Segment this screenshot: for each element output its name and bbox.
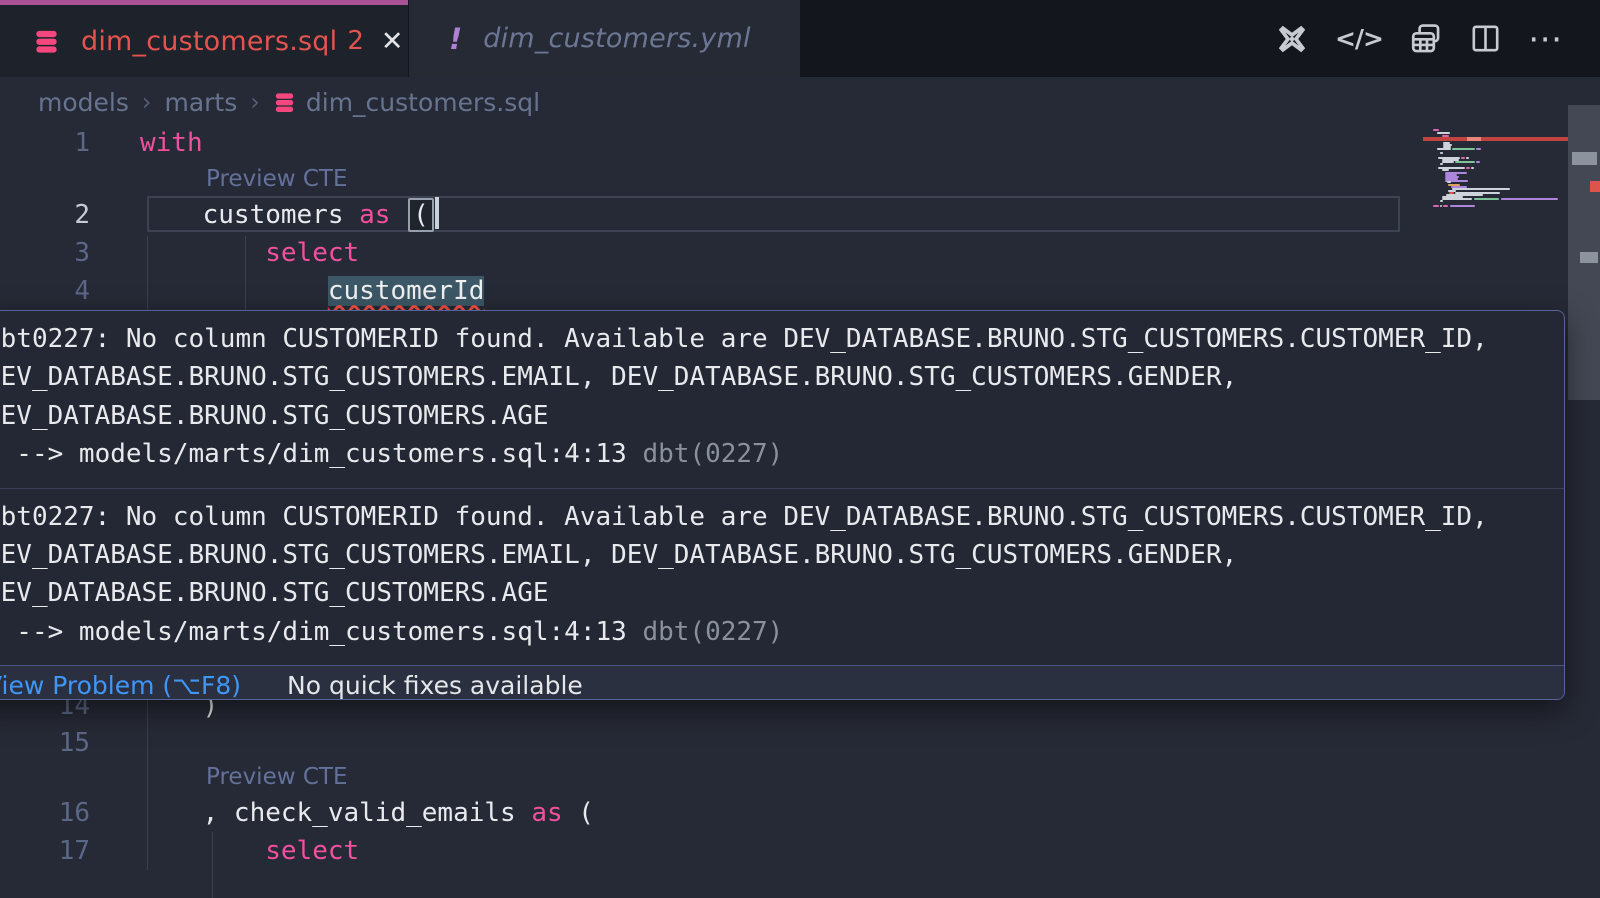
code-text: select bbox=[140, 234, 359, 272]
chevron-right-icon: › bbox=[142, 88, 152, 116]
warning-icon: ! bbox=[449, 22, 462, 56]
minimap-error-line bbox=[1423, 137, 1568, 141]
diagnostic-message: dbt0227: No column CUSTOMERID found. Ava… bbox=[0, 489, 1564, 666]
editor-actions: </> ⋯ bbox=[1275, 0, 1562, 77]
minimap-code-line bbox=[1437, 132, 1450, 134]
code-line-3[interactable]: 3 select bbox=[0, 234, 1600, 272]
minimap-code-line bbox=[1442, 161, 1454, 163]
line-number: 17 bbox=[0, 832, 90, 870]
line-number: 2 bbox=[0, 196, 90, 234]
minimap-code-line bbox=[1433, 129, 1439, 131]
diagnostic-location: --> models/marts/dim_customers.sql:4:13 … bbox=[0, 435, 1550, 473]
diagnostic-path: --> models/marts/dim_customers.sql:4:13 bbox=[0, 617, 642, 647]
code-line-1[interactable]: 1 with bbox=[0, 124, 1600, 162]
minimap-code-line bbox=[1466, 167, 1470, 169]
minimap-code-line bbox=[1452, 148, 1475, 150]
split-editor-icon[interactable] bbox=[1469, 22, 1502, 55]
minimap-code-line bbox=[1440, 163, 1443, 165]
overview-ruler-mark bbox=[1580, 252, 1598, 263]
diagnostic-source: dbt(0227) bbox=[642, 439, 783, 469]
vscode-window: 1withPreview CTE2 customers as (3 select… bbox=[0, 0, 1600, 898]
minimap-code-line bbox=[1476, 148, 1481, 150]
minimap-code-line bbox=[1455, 161, 1475, 163]
diagnostic-text: DEV_DATABASE.BRUNO.STG_CUSTOMERS.EMAIL, … bbox=[0, 358, 1550, 396]
diagnostic-path: --> models/marts/dim_customers.sql:4:13 bbox=[0, 439, 642, 469]
diagnostic-message: dbt0227: No column CUSTOMERID found. Ava… bbox=[0, 311, 1564, 488]
line-number: 15 bbox=[0, 724, 90, 762]
minimap-code-line bbox=[1461, 157, 1465, 159]
minimap-code-line bbox=[1450, 205, 1475, 207]
minimap-code-line bbox=[1447, 181, 1451, 183]
breadcrumb-marts[interactable]: marts bbox=[164, 88, 237, 117]
error-hover-widget: dbt0227: No column CUSTOMERID found. Ava… bbox=[0, 310, 1565, 700]
minimap-code-line bbox=[1433, 205, 1439, 207]
diagnostic-text: dbt0227: No column CUSTOMERID found. Ava… bbox=[0, 320, 1550, 358]
line-number: 1 bbox=[0, 124, 90, 162]
code-text: select bbox=[140, 832, 359, 870]
minimap-code-line bbox=[1440, 200, 1443, 202]
minimap-code-line bbox=[1452, 188, 1510, 190]
database-icon bbox=[273, 91, 296, 114]
code-lens-preview-cte[interactable]: Preview CTE bbox=[206, 163, 347, 195]
view-problem-link[interactable]: View Problem (⌥F8) bbox=[0, 671, 241, 700]
close-tab-button[interactable]: ✕ bbox=[381, 26, 404, 57]
minimap-code-line bbox=[1501, 198, 1558, 200]
diagnostic-text: dbt0227: No column CUSTOMERID found. Ava… bbox=[0, 498, 1550, 536]
scrollbar-overview-ruler[interactable] bbox=[1568, 0, 1600, 898]
dbt-icon[interactable] bbox=[1275, 22, 1309, 56]
tab-modified-badge: 2 bbox=[347, 26, 364, 56]
breadcrumb-models[interactable]: models bbox=[38, 88, 129, 117]
breadcrumb: models › marts › dim_customers.sql bbox=[38, 84, 540, 120]
code-line-2[interactable]: 2 customers as ( bbox=[0, 196, 1600, 234]
code-line-15[interactable]: 15 bbox=[0, 724, 1600, 762]
code-text: , check_valid_emails as ( bbox=[140, 794, 594, 832]
hover-status-bar: View Problem (⌥F8) No quick fixes availa… bbox=[0, 665, 1564, 700]
tab-dim-customers-yml[interactable]: ! dim_customers.yml bbox=[409, 0, 800, 77]
overview-ruler-mark bbox=[1572, 152, 1597, 165]
minimap-code-line bbox=[1440, 205, 1442, 207]
minimap-code-line bbox=[1440, 152, 1443, 154]
breadcrumb-file[interactable]: dim_customers.sql bbox=[306, 88, 540, 117]
code-text: customerId bbox=[140, 272, 484, 310]
line-number: 4 bbox=[0, 272, 90, 310]
overview-ruler-mark bbox=[1590, 181, 1600, 192]
minimap-code-line bbox=[1474, 198, 1499, 200]
tab-dim-customers-sql[interactable]: dim_customers.sql 2 ✕ bbox=[0, 0, 408, 77]
code-line-4[interactable]: 4 customerId bbox=[0, 272, 1600, 310]
diagnostic-source: dbt(0227) bbox=[642, 617, 783, 647]
matched-bracket: ( bbox=[408, 198, 434, 232]
minimap-code-line bbox=[1476, 161, 1480, 163]
inline-code-icon[interactable]: </> bbox=[1335, 24, 1383, 53]
code-text: with bbox=[140, 124, 203, 162]
editor-tab-bar: dim_customers.sql 2 ✕ ! dim_customers.ym… bbox=[0, 0, 1600, 77]
text-cursor bbox=[435, 197, 439, 229]
minimap-code-line bbox=[1443, 205, 1448, 207]
minimap-code-line bbox=[1437, 148, 1451, 150]
line-number: 3 bbox=[0, 234, 90, 272]
minimap-error-highlight bbox=[1467, 137, 1481, 141]
minimap-code-line bbox=[1442, 198, 1472, 200]
query-results-icon[interactable] bbox=[1409, 22, 1443, 56]
minimap-code-line bbox=[1471, 167, 1474, 169]
more-actions-icon[interactable]: ⋯ bbox=[1528, 34, 1562, 44]
diagnostic-text: DEV_DATABASE.BRUNO.STG_CUSTOMERS.AGE bbox=[0, 574, 1550, 612]
tab-label: dim_customers.yml bbox=[483, 23, 750, 54]
diagnostic-text: DEV_DATABASE.BRUNO.STG_CUSTOMERS.AGE bbox=[0, 397, 1550, 435]
chevron-right-icon: › bbox=[250, 88, 260, 116]
tab-label: dim_customers.sql bbox=[81, 26, 337, 57]
minimap-code-line bbox=[1466, 157, 1469, 159]
code-lens-preview-cte[interactable]: Preview CTE bbox=[206, 761, 347, 793]
diagnostic-text: DEV_DATABASE.BRUNO.STG_CUSTOMERS.EMAIL, … bbox=[0, 536, 1550, 574]
code-line-17[interactable]: 17 select bbox=[0, 832, 1600, 870]
no-quick-fixes-text: No quick fixes available bbox=[287, 671, 583, 700]
error-token: customerId bbox=[328, 276, 485, 306]
code-text: customers as ( bbox=[140, 196, 439, 234]
database-icon bbox=[33, 28, 60, 55]
minimap-code-line bbox=[1442, 169, 1449, 171]
line-number: 16 bbox=[0, 794, 90, 832]
code-line-16[interactable]: 16 , check_valid_emails as ( bbox=[0, 794, 1600, 832]
diagnostic-location: --> models/marts/dim_customers.sql:4:13 … bbox=[0, 613, 1550, 651]
